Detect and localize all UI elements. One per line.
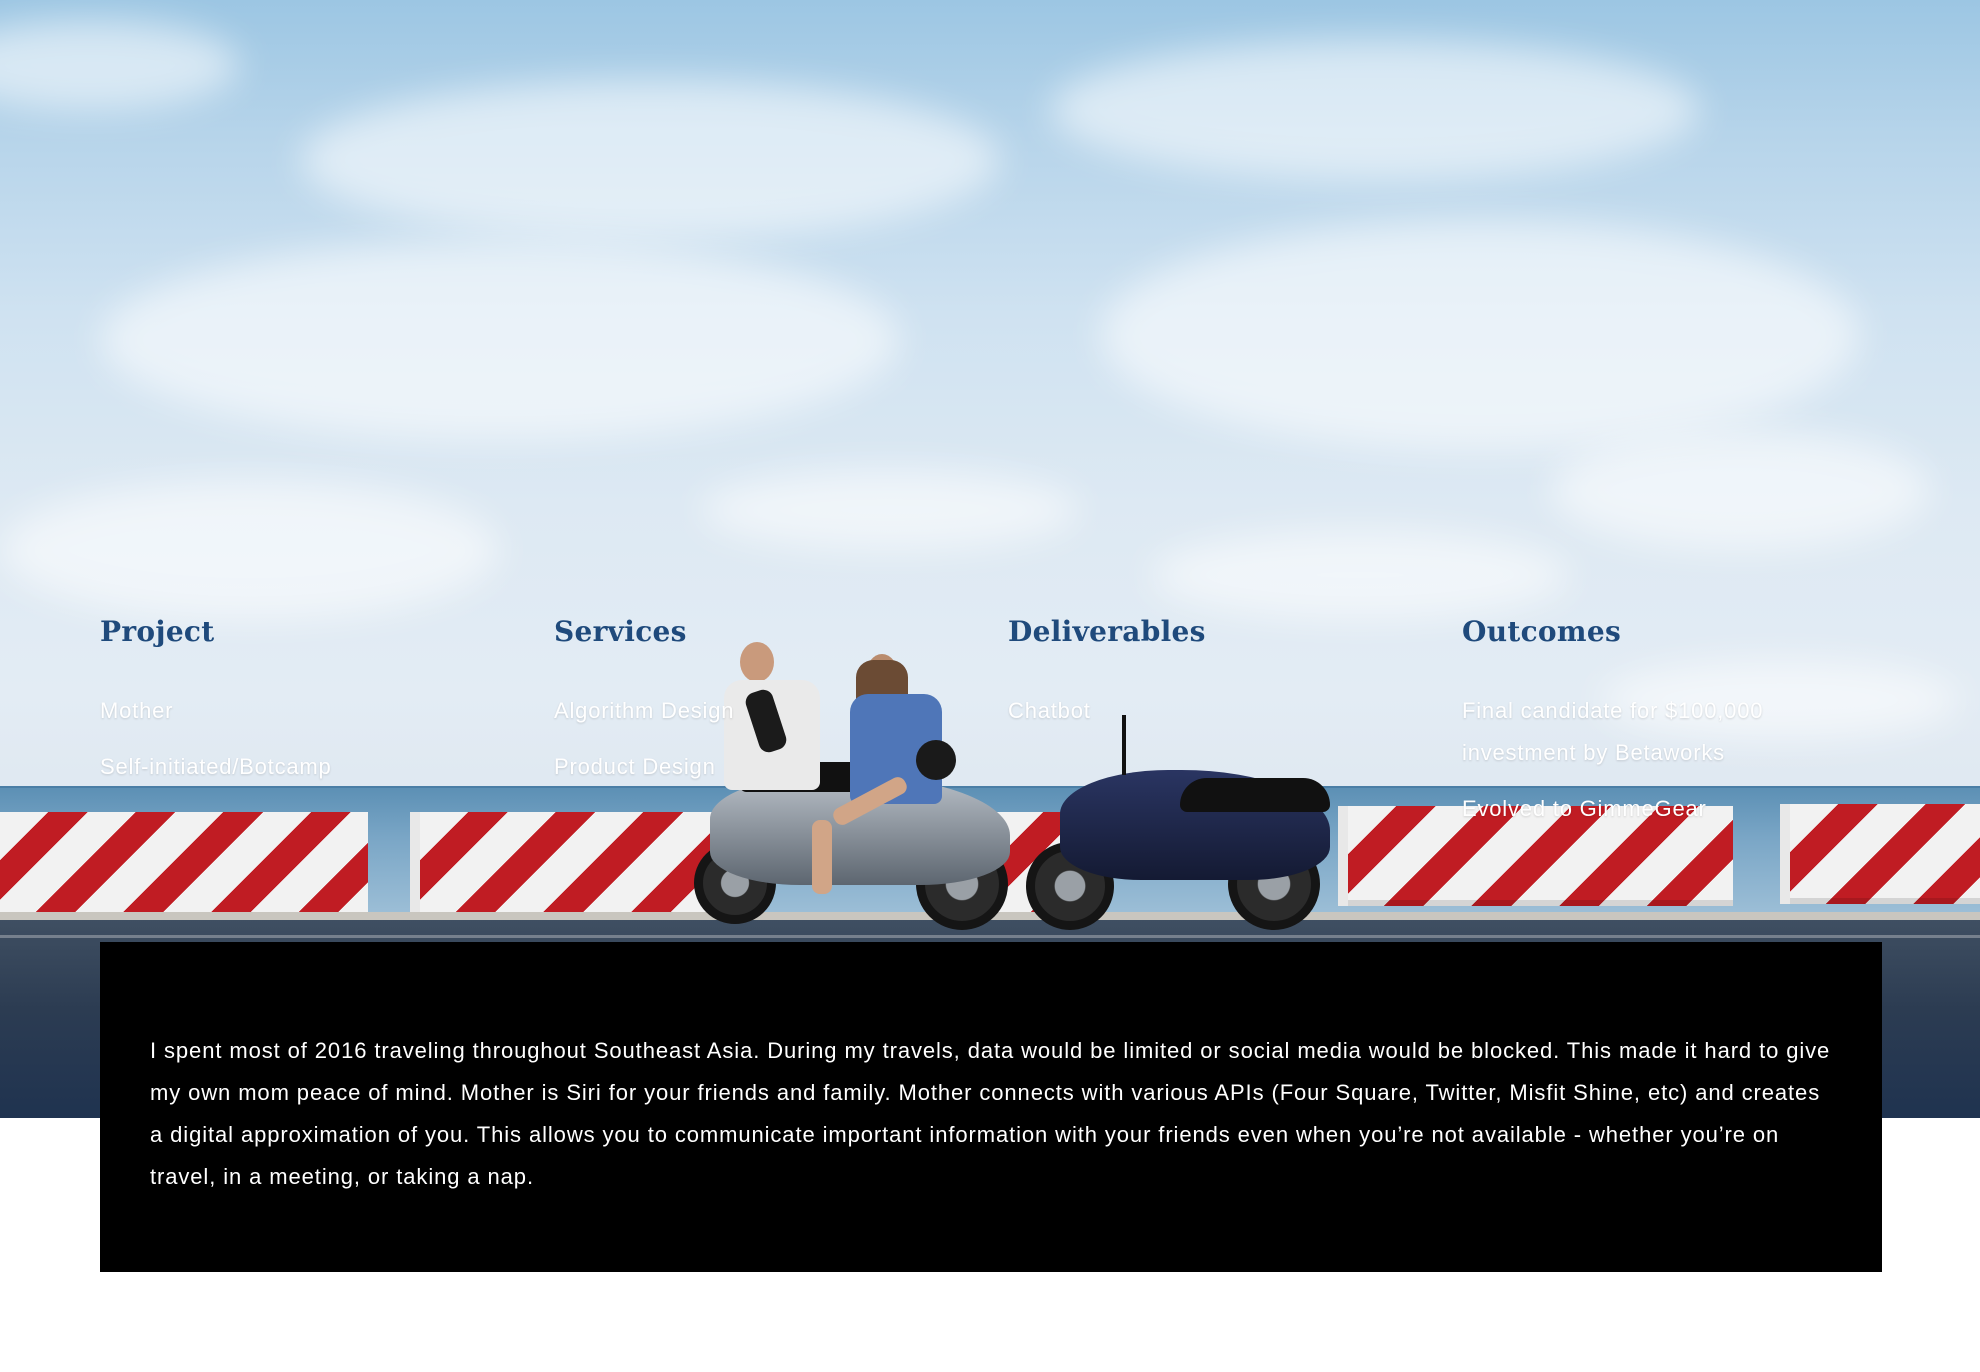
deliverables-column: Deliverables Chatbot (1008, 612, 1428, 746)
road-line (0, 935, 1980, 938)
column-item: Evolved to GimmeGear (1462, 796, 1707, 821)
column-item: Mother (100, 698, 174, 723)
column-item: Final candidate for $100,000 investment … (1462, 698, 1764, 765)
cloud (1100, 220, 1860, 450)
cloud (300, 80, 1000, 240)
road-barrier (0, 812, 368, 918)
road-barrier (410, 812, 740, 918)
column-heading: Services (554, 615, 687, 648)
project-column: Project Mother Self-initiated/Botcamp (100, 612, 520, 802)
cloud (1550, 430, 1930, 550)
cloud (0, 480, 500, 620)
column-item: Self-initiated/Botcamp (100, 754, 332, 779)
cloud (1050, 40, 1700, 180)
cloud (0, 20, 240, 110)
column-item: Algorithm Design (554, 698, 735, 723)
column-heading: Outcomes (1462, 615, 1622, 648)
scooter-seat (1180, 778, 1330, 812)
column-heading: Deliverables (1008, 615, 1206, 648)
column-item: Product Design (554, 754, 716, 779)
description-text: I spent most of 2016 traveling throughou… (150, 1038, 1831, 1189)
cloud (100, 240, 900, 440)
outcomes-column: Outcomes Final candidate for $100,000 in… (1462, 612, 1882, 844)
services-column: Services Algorithm Design Product Design (554, 612, 974, 802)
cloud (700, 470, 1080, 550)
cloud (1150, 530, 1570, 620)
column-heading: Project (100, 615, 215, 648)
project-page: Project Mother Self-initiated/Botcamp Se… (0, 0, 1980, 1372)
column-item: Chatbot (1008, 698, 1091, 723)
woman-leg (812, 820, 832, 894)
description-panel: I spent most of 2016 traveling throughou… (100, 942, 1882, 1272)
